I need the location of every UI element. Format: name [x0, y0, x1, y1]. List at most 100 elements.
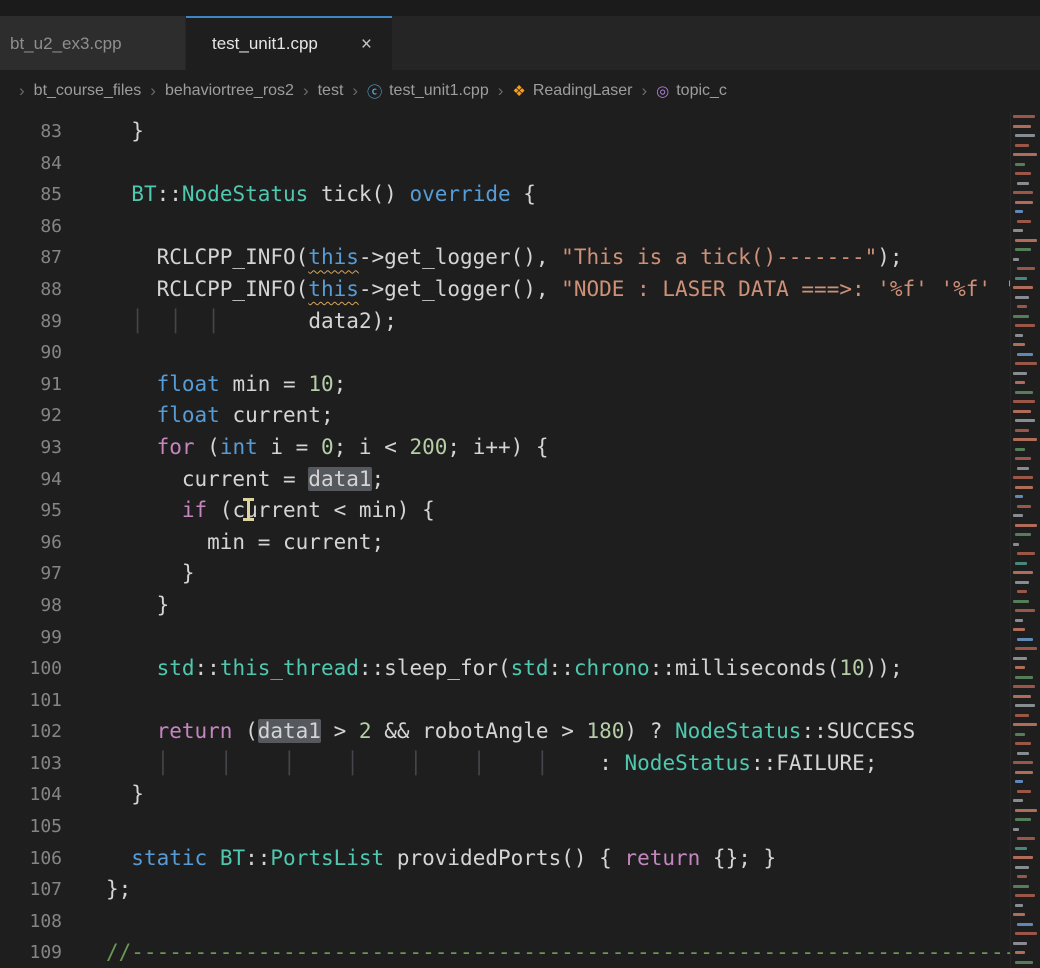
- minimap-line: [1013, 856, 1033, 859]
- minimap-line: [1015, 809, 1037, 812]
- code-line[interactable]: 95 if (current < min) {: [0, 495, 1010, 527]
- minimap-line: [1015, 362, 1037, 365]
- code-line[interactable]: 88 RCLCPP_INFO(this->get_logger(), "NODE…: [0, 274, 1010, 306]
- minimap-line: [1017, 638, 1033, 641]
- minimap-line: [1015, 457, 1031, 460]
- minimap-line: [1015, 486, 1033, 489]
- breadcrumb: › bt_course_files › behaviortree_ros2 › test ›…: [0, 70, 1040, 112]
- code-line[interactable]: 93 for (int i = 0; i < 200; i++) {: [0, 432, 1010, 464]
- breadcrumb-item-test[interactable]: test: [318, 82, 344, 100]
- code-line[interactable]: 84: [0, 148, 1010, 180]
- minimap-line: [1015, 381, 1025, 384]
- minimap-line: [1015, 248, 1031, 251]
- breadcrumb-label: test: [318, 82, 344, 100]
- code-text: return (data1 > 2 && robotAngle > 180) ?…: [106, 716, 915, 748]
- code-line[interactable]: 98 }: [0, 590, 1010, 622]
- minimap-line: [1013, 657, 1027, 660]
- code-line[interactable]: 109//-----------------------------------…: [0, 937, 1010, 968]
- code-line[interactable]: 91 float min = 10;: [0, 369, 1010, 401]
- minimap-line: [1015, 780, 1023, 783]
- code-line[interactable]: 87 RCLCPP_INFO(this->get_logger(), "This…: [0, 242, 1010, 274]
- code-line[interactable]: 94 current = data1;: [0, 464, 1010, 496]
- tab-bt_u2_ex3-cpp[interactable]: bt_u2_ex3.cpp: [0, 16, 186, 70]
- line-number: 91: [0, 369, 62, 401]
- line-number: 86: [0, 211, 62, 243]
- code-text: for (int i = 0; i < 200; i++) {: [106, 432, 549, 464]
- code-line[interactable]: 99: [0, 622, 1010, 654]
- minimap-line: [1013, 286, 1033, 289]
- minimap-line: [1017, 837, 1035, 840]
- code-line[interactable]: 96 min = current;: [0, 527, 1010, 559]
- minimap-line: [1013, 761, 1033, 764]
- tab-test_unit1-cpp[interactable]: test_unit1.cpp ×: [186, 16, 392, 70]
- breadcrumb-item-topic-c[interactable]: ◎topic_c: [656, 82, 727, 100]
- minimap-line: [1015, 429, 1029, 432]
- minimap-line: [1013, 258, 1019, 261]
- chevron-right-icon: ›: [641, 81, 647, 101]
- line-number: 83: [0, 116, 62, 148]
- breadcrumb-label: test_unit1.cpp: [389, 82, 489, 100]
- line-number: 85: [0, 179, 62, 211]
- code-line[interactable]: 89 │ │ │ data2);: [0, 306, 1010, 338]
- line-number: 103: [0, 748, 62, 780]
- code-line[interactable]: 106 static BT::PortsList providedPorts()…: [0, 843, 1010, 875]
- code-line[interactable]: 103 │ │ │ │ │ │ │ : NodeStatus::FAILURE;: [0, 748, 1010, 780]
- close-icon[interactable]: ×: [357, 33, 376, 56]
- code-area[interactable]: 83 }8485 BT::NodeStatus tick() override …: [0, 112, 1010, 968]
- code-text: float min = 10;: [106, 369, 346, 401]
- minimap-line: [1015, 847, 1027, 850]
- code-text: std::this_thread::sleep_for(std::chrono:…: [106, 653, 903, 685]
- minimap-line: [1015, 172, 1031, 175]
- code-line[interactable]: 101: [0, 685, 1010, 717]
- minimap-line: [1015, 201, 1033, 204]
- breadcrumb-item-test-unit1-cpp[interactable]: ⓒtest_unit1.cpp: [367, 81, 489, 102]
- minimap-line: [1015, 296, 1029, 299]
- minimap-line: [1015, 581, 1029, 584]
- code-line[interactable]: 85 BT::NodeStatus tick() override {: [0, 179, 1010, 211]
- code-line[interactable]: 108: [0, 906, 1010, 938]
- code-line[interactable]: 83 }: [0, 116, 1010, 148]
- minimap[interactable]: [1010, 112, 1040, 968]
- code-line[interactable]: 92 float current;: [0, 400, 1010, 432]
- minimap-line: [1013, 191, 1033, 194]
- breadcrumb-label: behaviortree_ros2: [165, 82, 294, 100]
- minimap-line: [1017, 790, 1031, 793]
- code-line[interactable]: 102 return (data1 > 2 && robotAngle > 18…: [0, 716, 1010, 748]
- code-line[interactable]: 100 std::this_thread::sleep_for(std::chr…: [0, 653, 1010, 685]
- minimap-line: [1017, 182, 1029, 185]
- minimap-line: [1015, 818, 1031, 821]
- minimap-line: [1015, 562, 1027, 565]
- chevron-right-icon: ›: [19, 81, 25, 101]
- minimap-line: [1013, 685, 1035, 688]
- code-text: };: [106, 874, 131, 906]
- chevron-right-icon: ›: [498, 81, 504, 101]
- window-top-strip: [0, 0, 1040, 16]
- minimap-line: [1015, 334, 1023, 337]
- code-line[interactable]: 104 }: [0, 779, 1010, 811]
- chevron-right-icon: ›: [352, 81, 358, 101]
- code-text: min = current;: [106, 527, 384, 559]
- breadcrumb-item-bt-course-files[interactable]: bt_course_files: [34, 82, 142, 100]
- line-number: 97: [0, 558, 62, 590]
- breadcrumb-item-behaviortree-ros2[interactable]: behaviortree_ros2: [165, 82, 294, 100]
- chevron-right-icon: ›: [303, 81, 309, 101]
- code-line[interactable]: 107};: [0, 874, 1010, 906]
- breadcrumb-item-readinglaser[interactable]: ❖ReadingLaser: [512, 82, 632, 100]
- code-line[interactable]: 97 }: [0, 558, 1010, 590]
- breadcrumb-label: ReadingLaser: [533, 82, 633, 100]
- code-line[interactable]: 105: [0, 811, 1010, 843]
- minimap-line: [1015, 932, 1037, 935]
- minimap-line: [1017, 590, 1027, 593]
- minimap-line: [1017, 467, 1029, 470]
- code-text: }: [106, 558, 195, 590]
- line-number: 102: [0, 716, 62, 748]
- chevron-right-icon: ›: [150, 81, 156, 101]
- code-line[interactable]: 86: [0, 211, 1010, 243]
- minimap-line: [1017, 505, 1031, 508]
- line-number: 100: [0, 653, 62, 685]
- code-line[interactable]: 90: [0, 337, 1010, 369]
- minimap-line: [1013, 695, 1031, 698]
- line-number: 99: [0, 622, 62, 654]
- code-editor[interactable]: 83 }8485 BT::NodeStatus tick() override …: [0, 112, 1040, 968]
- minimap-line: [1017, 267, 1035, 270]
